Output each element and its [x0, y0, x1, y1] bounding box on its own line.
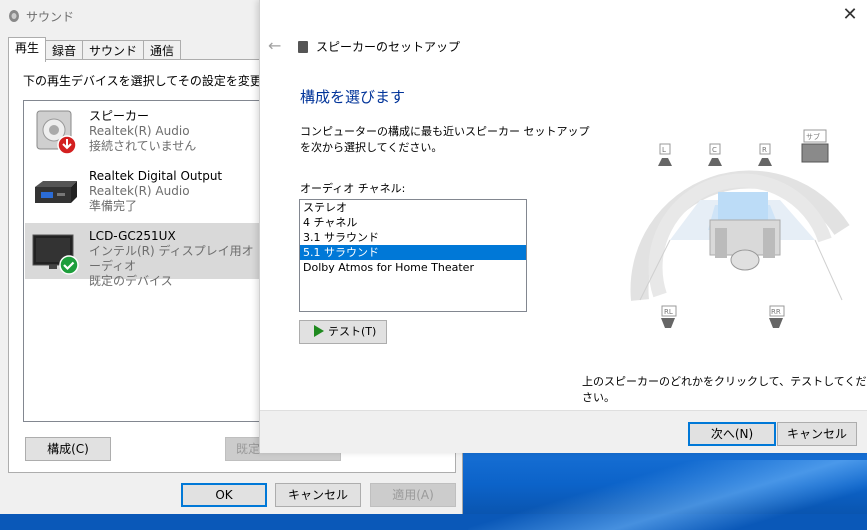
- tab-playback[interactable]: 再生: [8, 37, 47, 62]
- channel-option-quad[interactable]: 4 チャネル: [300, 215, 526, 230]
- device-status: 既定のデバイス: [89, 274, 173, 288]
- description-text: コンピューターの構成に最も近いスピーカー セットアップを次から選択してください。: [300, 125, 590, 154]
- test-hint-text: 上のスピーカーのどれかをクリックして、テストしてください。: [582, 375, 867, 404]
- speaker-subwoofer[interactable]: サブ: [801, 129, 829, 163]
- wizard-title: スピーカーのセットアップ: [316, 40, 461, 54]
- tab-communications[interactable]: 通信: [143, 40, 182, 61]
- device-item-digital-output[interactable]: Realtek Digital Output Realtek(R) Audio …: [25, 163, 261, 219]
- channel-option-5-1[interactable]: 5.1 サラウンド: [300, 245, 526, 260]
- device-name: スピーカー: [89, 109, 150, 123]
- wizard-footer: 次へ(N) キャンセル: [260, 410, 867, 453]
- test-button[interactable]: テスト(T): [299, 320, 387, 344]
- speaker-right[interactable]: R: [758, 143, 772, 166]
- back-arrow-icon[interactable]: ←: [268, 36, 281, 55]
- speaker-layout-diagram: L C R サブ RL RR: [630, 129, 850, 328]
- device-status: 準備完了: [89, 199, 138, 213]
- device-name: LCD-GC251UX: [89, 229, 176, 243]
- device-driver: インテル(R) ディスプレイ用オーディオ: [89, 244, 254, 273]
- ok-button[interactable]: OK: [181, 483, 267, 507]
- device-driver: Realtek(R) Audio: [89, 184, 190, 198]
- channels-label: オーディオ チャネル:: [300, 182, 406, 195]
- channel-option-stereo[interactable]: ステレオ: [300, 200, 526, 215]
- tab-recording[interactable]: 録音: [45, 40, 84, 61]
- speaker-center-label: C: [712, 146, 717, 154]
- channel-option-dolby-atmos[interactable]: Dolby Atmos for Home Theater: [300, 260, 526, 275]
- speaker-setup-window: ✕ ← スピーカーのセットアップ 構成を選びます コンピューターの構成に最も近い…: [259, 0, 867, 453]
- speaker-rl-label: RL: [664, 308, 673, 316]
- device-status: 接続されていません: [89, 139, 197, 153]
- play-icon: [314, 325, 324, 337]
- test-button-label: テスト(T): [328, 325, 377, 338]
- configure-button[interactable]: 構成(C): [25, 437, 111, 461]
- device-item-speaker[interactable]: スピーカー Realtek(R) Audio 接続されていません: [25, 103, 261, 159]
- device-item-lcd-monitor[interactable]: LCD-GC251UX インテル(R) ディスプレイ用オーディオ 既定のデバイス: [25, 223, 261, 288]
- speaker-left-label: L: [662, 146, 666, 154]
- page-heading: 構成を選びます: [300, 88, 406, 106]
- instruction-text: 下の再生デバイスを選択してその設定を変更してください:: [23, 74, 259, 88]
- sound-title-bar: サウンド: [8, 6, 74, 26]
- setup-cancel-button[interactable]: キャンセル: [777, 422, 857, 446]
- close-icon[interactable]: ✕: [832, 0, 867, 30]
- device-name: Realtek Digital Output: [89, 169, 223, 183]
- apply-button[interactable]: 適用(A): [370, 483, 456, 507]
- channel-option-3-1[interactable]: 3.1 サラウンド: [300, 230, 526, 245]
- monitor-device-icon: [32, 234, 79, 275]
- cancel-button[interactable]: キャンセル: [275, 483, 361, 507]
- speaker-left[interactable]: L: [658, 143, 672, 166]
- digital-output-icon: [35, 181, 77, 203]
- device-list[interactable]: スピーカー Realtek(R) Audio 接続されていません Realtek…: [23, 100, 263, 422]
- speaker-rear-right[interactable]: RR: [769, 305, 785, 328]
- speaker-sub-label: サブ: [806, 132, 820, 141]
- speaker-right-label: R: [762, 146, 767, 154]
- speaker-rr-label: RR: [771, 308, 781, 316]
- next-button[interactable]: 次へ(N): [688, 422, 776, 446]
- audio-channel-list[interactable]: ステレオ 4 チャネル 3.1 サラウンド 5.1 サラウンド Dolby At…: [299, 199, 527, 312]
- speaker-device-icon: [36, 110, 77, 155]
- speaker-center[interactable]: C: [708, 143, 722, 166]
- sound-title: サウンド: [26, 9, 75, 24]
- device-driver: Realtek(R) Audio: [89, 124, 190, 138]
- wizard-title-bar: スピーカーのセットアップ: [298, 38, 460, 55]
- tab-sounds[interactable]: サウンド: [82, 40, 145, 61]
- speaker-app-icon: [9, 10, 19, 22]
- speaker-rear-left[interactable]: RL: [661, 305, 677, 328]
- speaker-icon: [298, 40, 308, 53]
